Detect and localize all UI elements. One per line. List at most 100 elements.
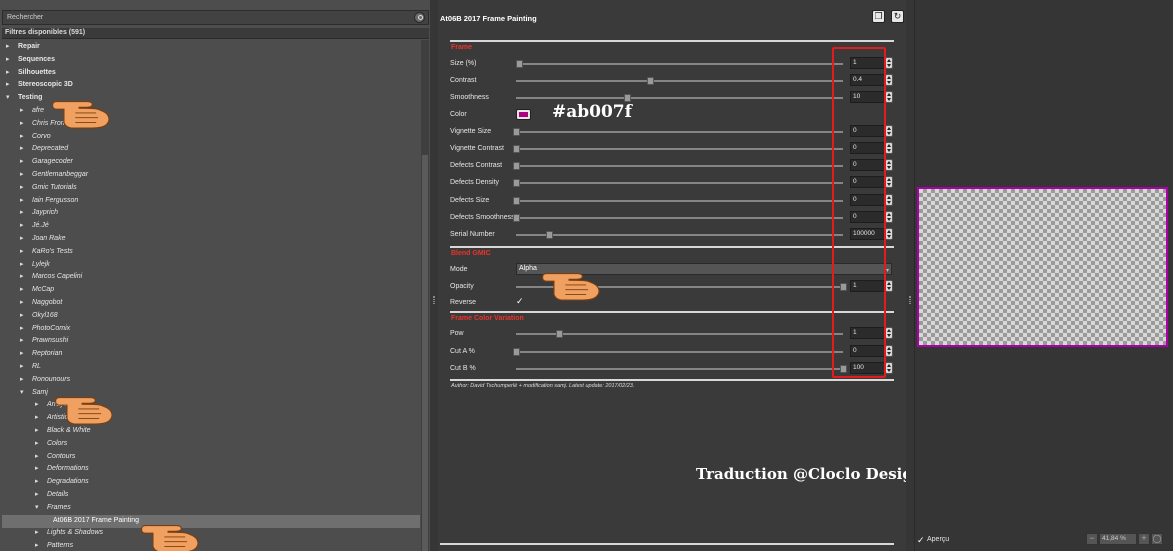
spin-arrows-icon[interactable] bbox=[885, 159, 893, 171]
param-slider[interactable] bbox=[516, 283, 847, 291]
chevron-right-icon[interactable]: ▸ bbox=[20, 350, 28, 358]
slider-handle[interactable] bbox=[516, 60, 524, 68]
reverse-checkbox[interactable]: ✓ bbox=[516, 297, 525, 306]
tree-item[interactable]: ▸ Okyl168 bbox=[2, 310, 420, 323]
chevron-right-icon[interactable]: ▸ bbox=[6, 69, 14, 77]
param-slider[interactable] bbox=[513, 162, 843, 170]
param-slider[interactable] bbox=[516, 94, 843, 102]
spin-arrows-icon[interactable] bbox=[885, 125, 893, 137]
tree-item[interactable]: ▸ Prawnsushi bbox=[2, 335, 420, 348]
tree-item[interactable]: ▸ Naggobot bbox=[2, 297, 420, 310]
tree-item[interactable]: ▾ Testing bbox=[2, 92, 420, 105]
param-slider[interactable] bbox=[513, 128, 843, 136]
tree-item[interactable]: ▸ Joan Rake bbox=[2, 233, 420, 246]
chevron-down-icon[interactable]: ▾ bbox=[6, 94, 14, 102]
spin-arrows-icon[interactable] bbox=[885, 194, 893, 206]
chevron-right-icon[interactable]: ▸ bbox=[35, 440, 43, 448]
tree-item[interactable]: ▸ Deformations bbox=[2, 463, 420, 476]
tree-item[interactable]: ▸ Lights & Shadows bbox=[2, 527, 420, 540]
tree-item[interactable]: ▸ Contours bbox=[2, 451, 420, 464]
tree-item[interactable]: ▸ Ronounours bbox=[2, 374, 420, 387]
tree-item[interactable]: ▸ Gmic Tutorials bbox=[2, 182, 420, 195]
chevron-right-icon[interactable]: ▸ bbox=[35, 427, 43, 435]
spin-arrows-icon[interactable] bbox=[885, 362, 893, 374]
tree-item[interactable]: At06B 2017 Frame Painting bbox=[2, 514, 420, 528]
splitter-grip[interactable] bbox=[909, 296, 911, 304]
tree-scrollbar[interactable] bbox=[421, 40, 429, 551]
tree-item[interactable]: ▸ Jé.Jé bbox=[2, 220, 420, 233]
spin-arrows-icon[interactable] bbox=[885, 327, 893, 339]
param-slider[interactable] bbox=[513, 179, 843, 187]
tree-item[interactable]: ▸ Iain Fergusson bbox=[2, 195, 420, 208]
slider-handle[interactable] bbox=[513, 214, 520, 222]
right-splitter[interactable] bbox=[906, 0, 914, 551]
tree-item[interactable]: ▸ Patterns bbox=[2, 540, 420, 551]
spin-arrows-icon[interactable] bbox=[885, 228, 893, 240]
spin-arrows-icon[interactable] bbox=[885, 176, 893, 188]
tree-item[interactable]: ▸ Repair bbox=[2, 41, 420, 54]
tree-item[interactable]: ▸ Reptorian bbox=[2, 348, 420, 361]
preview-image[interactable] bbox=[917, 187, 1168, 347]
chevron-right-icon[interactable]: ▸ bbox=[20, 184, 28, 192]
color-swatch-button[interactable] bbox=[516, 109, 531, 120]
param-slider[interactable] bbox=[516, 77, 843, 85]
tree-item[interactable]: ▸ Corvo bbox=[2, 131, 420, 144]
chevron-right-icon[interactable]: ▸ bbox=[35, 529, 43, 537]
left-splitter[interactable] bbox=[430, 0, 438, 551]
chevron-right-icon[interactable]: ▸ bbox=[35, 465, 43, 473]
param-slider[interactable] bbox=[516, 330, 843, 338]
tree-item[interactable]: ▸ Sequences bbox=[2, 54, 420, 67]
spin-arrows-icon[interactable] bbox=[885, 345, 893, 357]
chevron-right-icon[interactable]: ▸ bbox=[20, 363, 28, 371]
tree-item[interactable]: ▸ Colors bbox=[2, 438, 420, 451]
chevron-right-icon[interactable]: ▸ bbox=[35, 491, 43, 499]
chevron-right-icon[interactable]: ▸ bbox=[20, 286, 28, 294]
chevron-right-icon[interactable]: ▸ bbox=[20, 222, 28, 230]
spin-arrows-icon[interactable] bbox=[885, 211, 893, 223]
tree-item[interactable]: ▸ Black & White bbox=[2, 425, 420, 438]
spin-arrows-icon[interactable] bbox=[885, 91, 893, 103]
spin-arrows-icon[interactable] bbox=[885, 142, 893, 154]
slider-handle[interactable] bbox=[513, 162, 520, 170]
chevron-right-icon[interactable]: ▸ bbox=[20, 273, 28, 281]
apercu-checkbox[interactable]: ✓ bbox=[917, 536, 925, 545]
spin-arrows-icon[interactable] bbox=[885, 57, 893, 69]
tree-item[interactable]: ▸ Garagecoder bbox=[2, 156, 420, 169]
chevron-right-icon[interactable]: ▸ bbox=[20, 209, 28, 217]
param-slider[interactable] bbox=[513, 145, 843, 153]
param-slider[interactable] bbox=[516, 60, 843, 68]
chevron-right-icon[interactable]: ▸ bbox=[35, 542, 43, 550]
chevron-right-icon[interactable]: ▸ bbox=[35, 478, 43, 486]
tree-item[interactable]: ▸ Artistic bbox=[2, 412, 420, 425]
tree-item[interactable]: ▸ Chris From Pix bbox=[2, 118, 420, 131]
zoom-in-button[interactable]: + bbox=[1138, 533, 1150, 545]
zoom-out-button[interactable]: − bbox=[1086, 533, 1098, 545]
slider-handle[interactable] bbox=[624, 94, 632, 102]
tree-item[interactable]: ▸ Degradations bbox=[2, 476, 420, 489]
chevron-right-icon[interactable]: ▸ bbox=[20, 337, 28, 345]
param-slider[interactable] bbox=[516, 231, 843, 239]
splitter-grip[interactable] bbox=[433, 296, 435, 304]
tree-item[interactable]: ▸ PhotoComix bbox=[2, 323, 420, 336]
chevron-right-icon[interactable]: ▸ bbox=[20, 299, 28, 307]
chevron-right-icon[interactable]: ▸ bbox=[20, 312, 28, 320]
tree-item[interactable]: ▸ Marcos Capelini bbox=[2, 271, 420, 284]
slider-handle[interactable] bbox=[513, 179, 520, 187]
tree-item[interactable]: ▸ McCap bbox=[2, 284, 420, 297]
chevron-down-icon[interactable]: ▾ bbox=[20, 389, 28, 397]
chevron-right-icon[interactable]: ▸ bbox=[20, 107, 28, 115]
filters-header[interactable]: Filtres disponibles (591) bbox=[2, 28, 429, 39]
chevron-right-icon[interactable]: ▸ bbox=[20, 133, 28, 141]
refresh-icon[interactable]: ↻ bbox=[891, 10, 904, 23]
chevron-right-icon[interactable]: ▸ bbox=[20, 325, 28, 333]
chevron-right-icon[interactable]: ▸ bbox=[20, 376, 28, 384]
spin-arrows-icon[interactable] bbox=[885, 280, 893, 292]
slider-handle[interactable] bbox=[647, 77, 655, 85]
tree-item[interactable]: ▸ Details bbox=[2, 489, 420, 502]
tree-scrollbar-thumb[interactable] bbox=[422, 155, 428, 551]
slider-handle[interactable] bbox=[513, 348, 520, 356]
tree-item[interactable]: ▸ Silhouettes bbox=[2, 67, 420, 80]
slider-handle[interactable] bbox=[555, 330, 563, 338]
param-slider[interactable] bbox=[513, 197, 843, 205]
slider-handle[interactable] bbox=[513, 128, 520, 136]
